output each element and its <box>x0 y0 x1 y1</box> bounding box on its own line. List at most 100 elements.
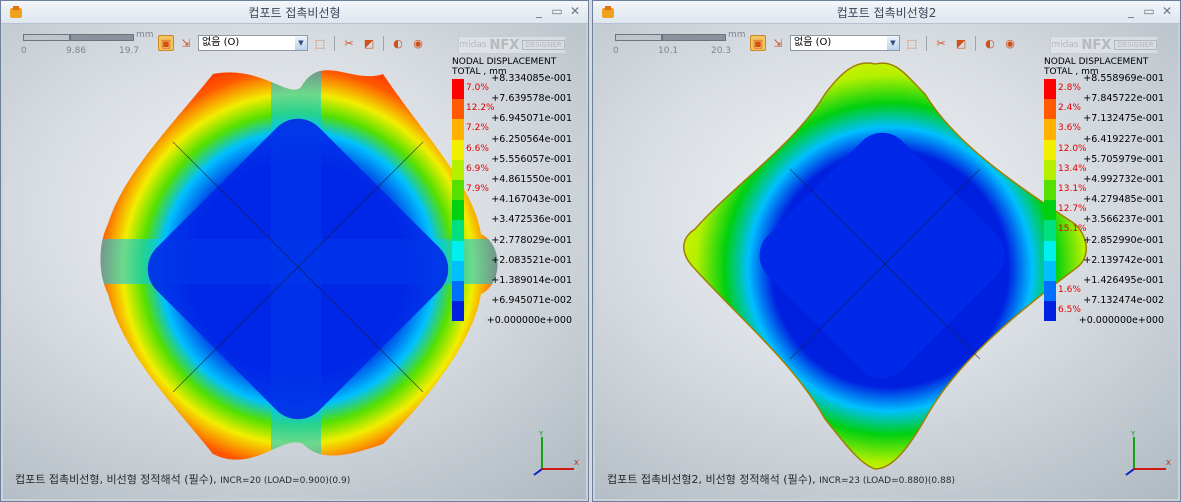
scale-tick: 20.3 <box>711 46 732 56</box>
hide-icon[interactable]: ✂ <box>341 35 357 51</box>
legend-swatch <box>1044 139 1056 160</box>
logo-text-big: NFX <box>1081 37 1112 53</box>
axis-triad: Y X <box>533 430 579 476</box>
legend-value: +2.083521e-001 <box>491 254 572 266</box>
chevron-down-icon[interactable]: ▼ <box>887 36 899 50</box>
animate-icon[interactable]: ◉ <box>410 35 426 51</box>
legend-percent: 12.7% <box>1058 204 1087 215</box>
legend-rows: +8.558969e-001 +7.845722e-001 +7.132475e-0… <box>1044 73 1164 339</box>
result-icon[interactable]: ◐ <box>982 35 998 51</box>
legend-percent: 15.1% <box>1058 224 1087 235</box>
minimize-button[interactable]: _ <box>1124 4 1138 18</box>
select-icon[interactable]: ⇲ <box>178 35 194 51</box>
legend-swatch <box>1044 180 1056 201</box>
legend-value: +4.861550e-001 <box>491 174 572 185</box>
viewer-window-2[interactable]: 컵포트 접촉비선형2 _ ▭ ✕ mm 0 10.1 20.3 ▣ ⇲ 없음 (… <box>592 0 1181 502</box>
model-viewport[interactable]: mm 0 10.1 20.3 ▣ ⇲ 없음 (O) ▼ ⬚ ✂ ◩ ◐ ◉ mid… <box>595 24 1178 499</box>
caption-increment: INCR=20 (LOAD=0.900)(0.9) <box>220 476 351 486</box>
legend-swatch <box>1044 99 1056 120</box>
fit-view-icon[interactable]: ▣ <box>750 35 766 51</box>
legend-swatch <box>1044 260 1056 281</box>
scale-tick: 0 <box>613 46 619 56</box>
legend-value: +1.389014e-001 <box>491 275 572 286</box>
logo-text-tag: DESIGNER <box>522 40 565 50</box>
maximize-button[interactable]: ▭ <box>1142 4 1156 18</box>
legend-value: +7.132475e-001 <box>1083 113 1164 125</box>
analysis-caption: 컵포트 접촉비선형2, 비선형 정적해석 (필수), INCR=23 (LOAD… <box>607 471 955 487</box>
legend-swatch <box>452 79 464 100</box>
legend-percent: 13.1% <box>1058 184 1087 194</box>
legend-swatch <box>1044 119 1056 140</box>
title-bar[interactable]: 컵포트 접촉비선형2 _ ▭ ✕ <box>593 1 1180 24</box>
legend-value: +6.419227e-001 <box>1083 133 1164 145</box>
logo-text-big: NFX <box>489 37 520 53</box>
svg-text:X: X <box>1166 459 1171 467</box>
legend-swatch <box>1044 159 1056 180</box>
legend-rows: +8.334085e-001 +7.639578e-001 +6.945071e-0… <box>452 73 572 339</box>
legend-value: +6.250564e-001 <box>491 133 572 145</box>
model-viewport[interactable]: mm 0 9.86 19.7 ▣ ⇲ 없음 (O) ▼ ⬚ ✂ ◩ ◐ ◉ mid… <box>3 24 586 499</box>
logo-text-small: midas <box>1051 40 1079 50</box>
result-combo[interactable]: 없음 (O) ▼ <box>198 35 308 51</box>
result-combo[interactable]: 없음 (O) ▼ <box>790 35 900 51</box>
legend-value: +0.000000e+000 <box>486 315 572 327</box>
caption-text: 컵포트 접촉비선형2, 비선형 정적해석 (필수), <box>607 473 816 486</box>
legend-value: +4.167043e-001 <box>491 194 572 206</box>
legend-value: +5.556057e-001 <box>491 153 572 165</box>
svg-text:X: X <box>574 459 579 467</box>
title-bar[interactable]: 컵포트 접촉비선형 _ ▭ ✕ <box>1 1 588 24</box>
legend-value: +7.639578e-001 <box>491 93 572 105</box>
legend-swatch <box>452 220 464 241</box>
midas-nfx-logo: midas NFX DESIGNER <box>1050 36 1158 54</box>
legend-swatch <box>452 260 464 281</box>
fit-view-icon[interactable]: ▣ <box>158 35 174 51</box>
scale-tick: 0 <box>21 46 27 56</box>
legend-value: +3.566237e-001 <box>1083 214 1164 226</box>
legend-percent: 2.4% <box>1058 103 1081 114</box>
legend-swatch <box>452 281 464 302</box>
close-button[interactable]: ✕ <box>1160 4 1174 18</box>
caption-text: 컵포트 접촉비선형, 비선형 정적해석 (필수), <box>15 473 217 486</box>
legend-swatch <box>1044 240 1056 261</box>
display-icon[interactable]: ◩ <box>361 35 377 51</box>
legend-percent: 6.9% <box>466 163 489 174</box>
legend-swatch <box>452 180 464 201</box>
zoom-icon[interactable]: ⬚ <box>904 35 920 51</box>
scale-tick: 19.7 <box>119 46 140 56</box>
legend-swatch <box>1044 79 1056 100</box>
legend-percent: 1.6% <box>1058 285 1081 295</box>
zoom-icon[interactable]: ⬚ <box>312 35 328 51</box>
close-button[interactable]: ✕ <box>568 4 582 18</box>
scale-bar: mm 0 10.1 20.3 <box>613 30 753 60</box>
legend-swatch <box>1044 301 1056 322</box>
legend-value: +0.000000e+000 <box>1078 315 1164 327</box>
scale-tick: 9.86 <box>66 46 87 56</box>
toolbar-separator <box>334 35 335 51</box>
legend-percent: 7.2% <box>466 123 489 134</box>
legend-swatch <box>1044 281 1056 302</box>
contour-legend: NODAL DISPLACEMENT TOTAL , mm +8.334085e… <box>452 57 572 337</box>
view-toolbar: ▣ ⇲ 없음 (O) ▼ ⬚ ✂ ◩ ◐ ◉ <box>158 34 426 52</box>
legend-swatch <box>1044 200 1056 221</box>
view-toolbar: ▣ ⇲ 없음 (O) ▼ ⬚ ✂ ◩ ◐ ◉ <box>750 34 1018 52</box>
legend-value: +7.132474e-002 <box>1083 295 1164 307</box>
select-icon[interactable]: ⇲ <box>770 35 786 51</box>
minimize-button[interactable]: _ <box>532 4 546 18</box>
result-icon[interactable]: ◐ <box>390 35 406 51</box>
hide-icon[interactable]: ✂ <box>933 35 949 51</box>
chevron-down-icon[interactable]: ▼ <box>295 36 307 50</box>
legend-swatch <box>452 200 464 221</box>
legend-swatch <box>452 119 464 140</box>
legend-value: +2.139742e-001 <box>1083 254 1164 266</box>
toolbar-separator <box>926 35 927 51</box>
animate-icon[interactable]: ◉ <box>1002 35 1018 51</box>
legend-value: +6.945071e-002 <box>491 295 572 307</box>
maximize-button[interactable]: ▭ <box>550 4 564 18</box>
scale-unit: mm <box>728 30 746 40</box>
display-icon[interactable]: ◩ <box>953 35 969 51</box>
viewer-window-1[interactable]: 컵포트 접촉비선형 _ ▭ ✕ mm 0 9.86 19.7 ▣ ⇲ 없음 (O… <box>0 0 589 502</box>
midas-nfx-logo: midas NFX DESIGNER <box>458 36 566 54</box>
legend-value: +7.845722e-001 <box>1083 93 1164 105</box>
legend-title: NODAL DISPLACEMENT <box>452 57 557 67</box>
legend-value: +4.279485e-001 <box>1083 194 1164 206</box>
